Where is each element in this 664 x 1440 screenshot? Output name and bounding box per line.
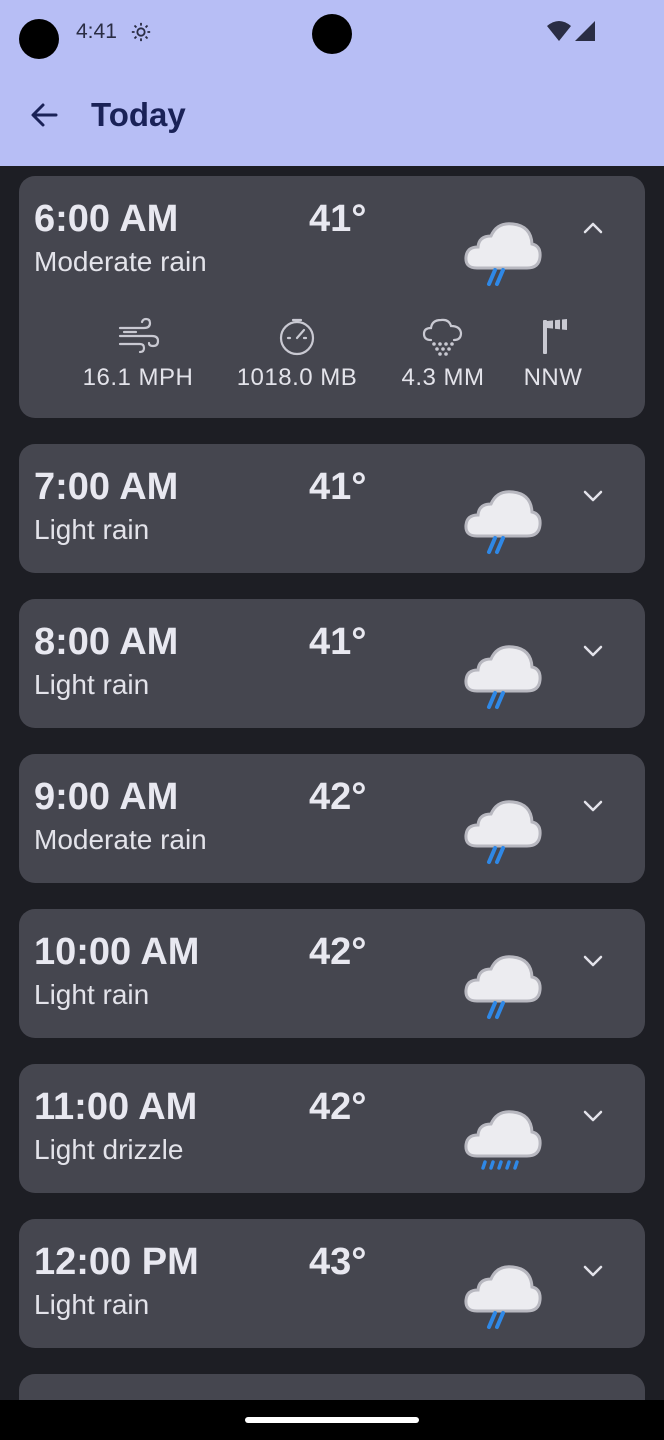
pressure-detail: 1018.0 MB xyxy=(227,316,367,392)
gesture-navigation-bar xyxy=(0,1400,664,1440)
rain-cloud-icon xyxy=(464,800,542,864)
expand-chevron-icon[interactable] xyxy=(579,1102,607,1130)
cellular-signal-icon xyxy=(575,21,595,41)
rain-cloud-icon xyxy=(464,645,542,709)
forecast-hour: 7:00 AM xyxy=(34,466,179,508)
forecast-card-expanded[interactable]: 6:00 AM Moderate rain 41° 16.1 MPH 1018.… xyxy=(19,176,645,418)
forecast-temperature: 42° xyxy=(309,1086,367,1128)
collapse-chevron-icon[interactable] xyxy=(579,214,607,242)
hourly-forecast-list[interactable]: 6:00 AM Moderate rain 41° 16.1 MPH 1018.… xyxy=(0,166,664,1400)
front-camera-cutout xyxy=(312,14,352,54)
forecast-temperature: 41° xyxy=(309,466,367,508)
rain-cloud-icon xyxy=(464,222,542,286)
home-gesture-handle[interactable] xyxy=(245,1417,419,1423)
forecast-card[interactable]: 12:00 PM Light rain 43° xyxy=(19,1219,645,1348)
forecast-temperature: 42° xyxy=(309,931,367,973)
status-time: 4:41 xyxy=(76,20,117,43)
wind-direction-detail: NNW xyxy=(483,316,623,392)
pressure-gauge-icon xyxy=(279,318,315,356)
forecast-condition: Light rain xyxy=(34,1289,150,1320)
rain-cloud-icon xyxy=(464,490,542,554)
pressure-value: 1018.0 MB xyxy=(236,364,358,391)
forecast-card[interactable]: 9:00 AM Moderate rain 42° xyxy=(19,754,645,883)
forecast-hour: 12:00 PM xyxy=(34,1241,199,1283)
wind-speed-detail: 16.1 MPH xyxy=(68,316,208,392)
expand-chevron-icon[interactable] xyxy=(579,947,607,975)
back-arrow-icon[interactable] xyxy=(28,98,62,132)
rain-cloud-icon xyxy=(464,955,542,1019)
rain-cloud-icon xyxy=(464,1265,542,1329)
wind-speed-value: 16.1 MPH xyxy=(82,364,194,391)
wind-direction-value: NNW xyxy=(523,364,583,391)
forecast-hour: 8:00 AM xyxy=(34,621,179,663)
forecast-card-partial[interactable] xyxy=(19,1374,645,1400)
camera-cutout xyxy=(19,19,59,59)
wind-icon xyxy=(118,317,160,354)
forecast-condition: Light drizzle xyxy=(34,1134,184,1165)
top-app-bar: 4:41 Today xyxy=(0,0,664,166)
windsock-icon xyxy=(543,319,567,354)
forecast-temperature: 41° xyxy=(309,621,367,663)
expand-chevron-icon[interactable] xyxy=(579,637,607,665)
forecast-condition: Light rain xyxy=(34,669,150,700)
forecast-temperature: 43° xyxy=(309,1241,367,1283)
forecast-temperature: 42° xyxy=(309,776,367,818)
forecast-condition: Light rain xyxy=(34,979,150,1010)
expand-chevron-icon[interactable] xyxy=(579,1257,607,1285)
expand-chevron-icon[interactable] xyxy=(579,482,607,510)
settings-gear-icon xyxy=(131,22,151,42)
forecast-card[interactable]: 8:00 AM Light rain 41° xyxy=(19,599,645,728)
drizzle-cloud-icon xyxy=(464,1110,542,1170)
forecast-hour: 6:00 AM xyxy=(34,198,179,240)
forecast-hour: 10:00 AM xyxy=(34,931,200,973)
wifi-icon xyxy=(547,21,571,41)
forecast-card[interactable]: 7:00 AM Light rain 41° xyxy=(19,444,645,573)
forecast-card[interactable]: 10:00 AM Light rain 42° xyxy=(19,909,645,1038)
precipitation-icon xyxy=(422,318,463,356)
forecast-hour: 9:00 AM xyxy=(34,776,179,818)
forecast-hour: 11:00 AM xyxy=(34,1086,198,1128)
forecast-condition: Moderate rain xyxy=(34,824,207,855)
expand-chevron-icon[interactable] xyxy=(579,792,607,820)
forecast-condition: Moderate rain xyxy=(34,246,207,277)
status-bar: 4:41 xyxy=(0,0,664,66)
forecast-temperature: 41° xyxy=(309,198,367,240)
forecast-condition: Light rain xyxy=(34,514,150,545)
forecast-card[interactable]: 11:00 AM Light drizzle 42° xyxy=(19,1064,645,1193)
page-title: Today xyxy=(91,96,186,133)
